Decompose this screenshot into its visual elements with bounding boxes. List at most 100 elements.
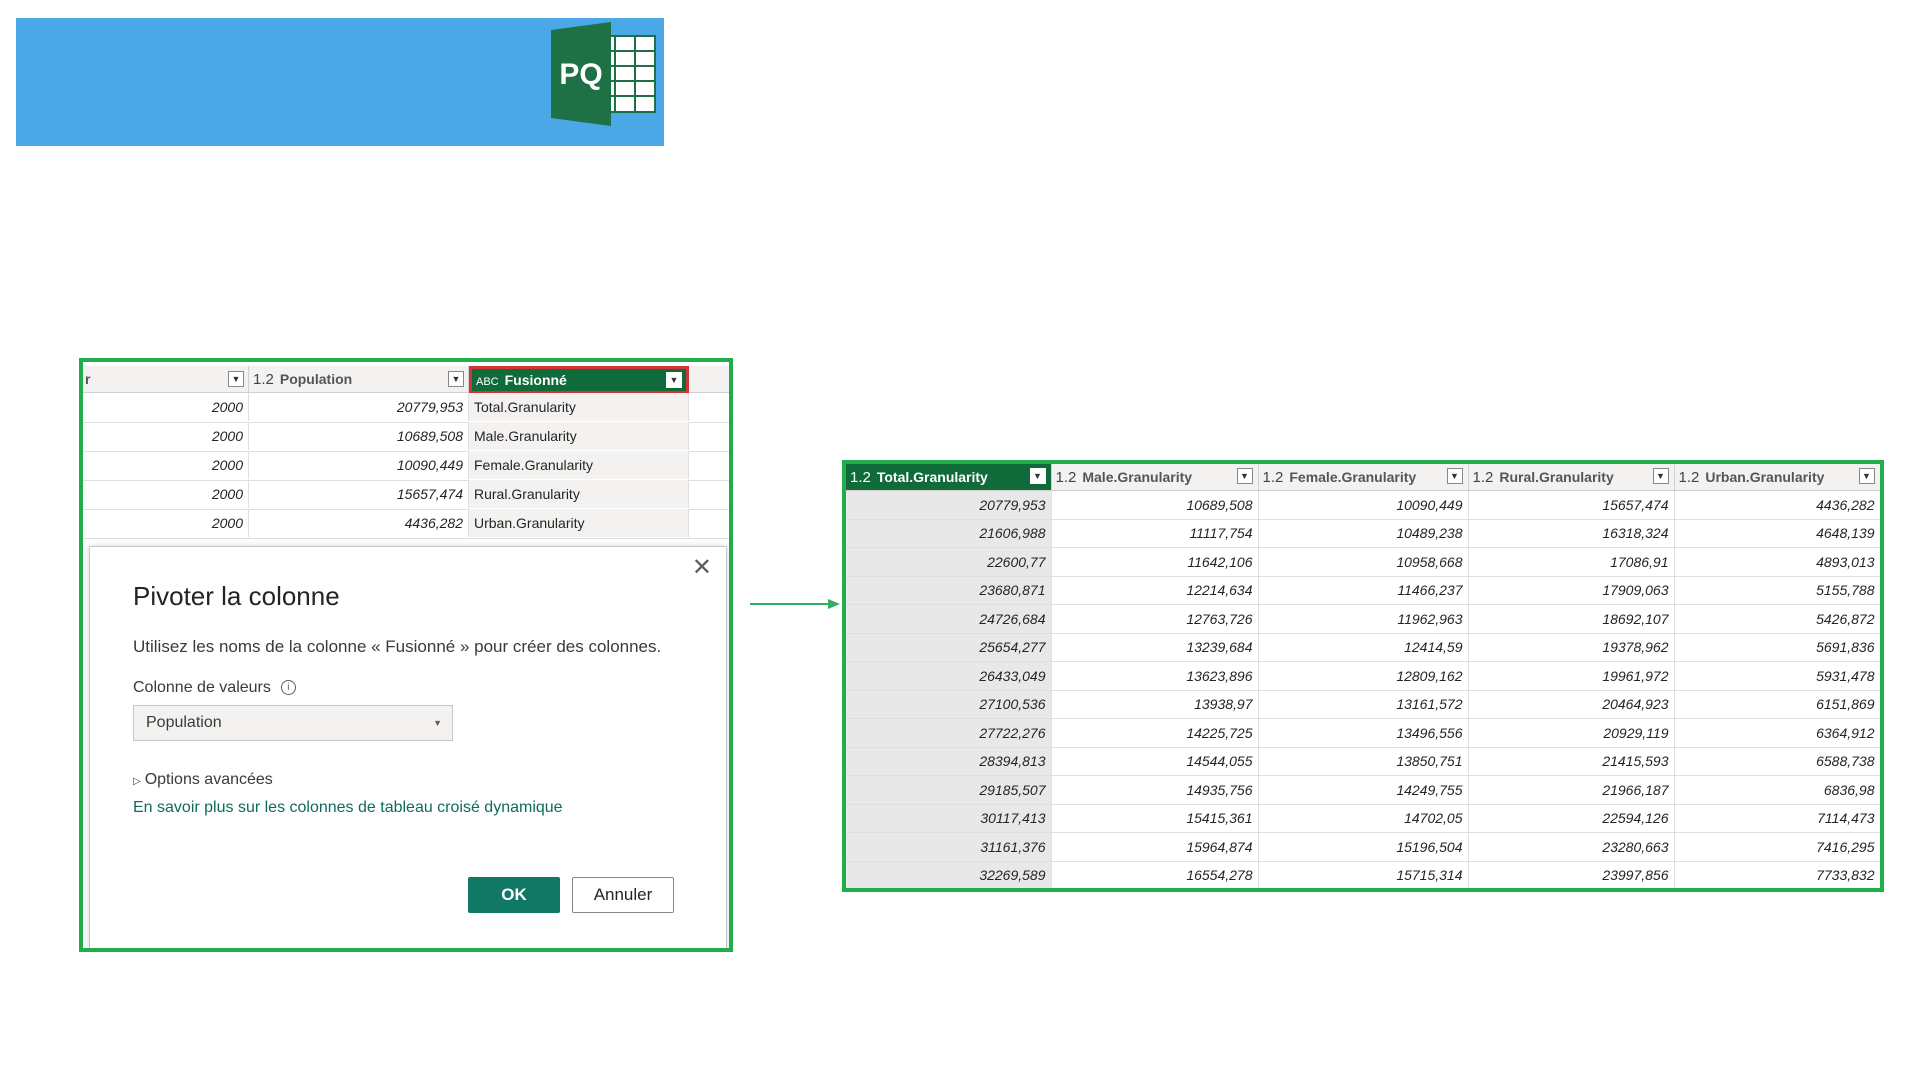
cell-male: 14544,055 [1051,747,1259,776]
cell-male: 13239,684 [1051,633,1259,662]
decimal-type-icon[interactable]: 1.2 [1679,469,1700,486]
filter-dropdown-icon[interactable]: ▼ [1652,468,1669,484]
filter-dropdown-icon[interactable]: ▼ [1236,468,1253,484]
cell-rural: 17086,91 [1468,547,1675,577]
cell-urban: 5691,836 [1674,633,1880,662]
cell-urban: 7733,832 [1674,861,1880,888]
cell-male: 16554,278 [1051,861,1259,888]
text-type-icon[interactable]: ABC [476,376,499,388]
table-row: 32269,589 16554,278 15715,314 23997,856 7733… [846,861,1880,888]
cell-urban: 5931,478 [1674,661,1880,691]
table-row: 25654,277 13239,684 12414,59 19378,962 5691,… [846,633,1880,662]
learn-more-link[interactable]: En savoir plus sur les colonnes de table… [133,799,563,817]
cell-total: 28394,813 [846,747,1052,776]
info-icon[interactable]: i [280,680,296,696]
column-header-total-granularity[interactable]: 1.2 Total.Granularity ▼ [846,464,1052,491]
column-header-population[interactable]: 1.2 Population ▼ [249,366,469,392]
dialog-description: Utilisez les noms de la colonne « Fusion… [133,637,662,656]
column-header-label: Female.Granularity [1289,468,1417,485]
cell-urban: 5426,872 [1674,604,1880,634]
cell-female: 13496,556 [1258,718,1469,748]
cell-female: 15196,504 [1258,832,1469,862]
cell-female: 12809,162 [1258,661,1469,691]
column-header-label: Male.Granularity [1082,468,1193,485]
column-header-male-granularity[interactable]: 1.2 Male.Granularity ▼ [1051,464,1259,491]
column-header-year[interactable]: r ▼ [83,366,249,392]
table-row: 21606,988 11117,754 10489,238 16318,324 4648… [846,519,1880,548]
cell-year: 2000 [83,509,249,537]
advanced-options-toggle[interactable]: ▷ Options avancées [133,771,273,789]
cell-female: 14702,05 [1258,804,1469,833]
cell-male: 14225,725 [1051,718,1259,748]
cell-rural: 19378,962 [1468,633,1675,662]
table-row: 26433,049 13623,896 12809,162 19961,972 5931… [846,661,1880,691]
values-column-select[interactable]: Population ▼ [133,705,453,741]
cell-female: 12414,59 [1258,633,1469,662]
cell-female: 14249,755 [1258,775,1469,805]
decimal-type-icon[interactable]: 1.2 [1263,469,1284,486]
pivoted-table-header: 1.2 Total.Granularity ▼ 1.2 Male.Granulari… [846,464,1880,491]
column-header-rural-granularity[interactable]: 1.2 Rural.Granularity ▼ [1468,464,1675,491]
cell-male: 11117,754 [1051,519,1259,548]
cell-population: 15657,474 [249,480,469,508]
filter-dropdown-icon[interactable]: ▼ [448,371,464,387]
cell-rural: 17909,063 [1468,576,1675,605]
cell-urban: 4648,139 [1674,519,1880,548]
cell-urban: 4436,282 [1674,490,1880,520]
close-icon[interactable]: ✕ [692,553,712,582]
column-header-female-granularity[interactable]: 1.2 Female.Granularity ▼ [1258,464,1469,491]
cell-population: 20779,953 [249,393,469,421]
filter-dropdown-icon[interactable]: ▼ [1029,468,1046,484]
filter-dropdown-icon[interactable]: ▼ [1858,468,1875,484]
cell-rural: 22594,126 [1468,804,1675,833]
table-row: 20779,953 10689,508 10090,449 15657,474 4436… [846,490,1880,520]
dialog-title: Pivoter la colonne [133,581,340,611]
cell-rural: 21415,593 [1468,747,1675,776]
values-column-label: Colonne de valeurs i [133,679,296,697]
cell-female: 13161,572 [1258,690,1469,719]
table-row: 30117,413 15415,361 14702,05 22594,126 7114,… [846,804,1880,833]
cell-total: 29185,507 [846,775,1052,805]
table-row: 28394,813 14544,055 13850,751 21415,593 6588… [846,747,1880,776]
filter-dropdown-icon[interactable]: ▼ [1446,468,1463,484]
cell-male: 13938,97 [1051,690,1259,719]
cell-total: 31161,376 [846,832,1052,862]
cell-urban: 6588,738 [1674,747,1880,776]
column-header-fusionne[interactable]: ABC Fusionné ▼ [469,366,689,394]
cell-female: 11466,237 [1258,576,1469,605]
cell-rural: 23280,663 [1468,832,1675,862]
expand-triangle-icon: ▷ [133,776,141,787]
filter-dropdown-icon[interactable]: ▼ [666,372,682,388]
table-row: 29185,507 14935,756 14249,755 21966,187 6836… [846,775,1880,805]
cell-merged: Male.Granularity [469,422,689,450]
decimal-type-icon[interactable]: 1.2 [1473,469,1494,486]
cell-female: 10958,668 [1258,547,1469,577]
decimal-type-icon[interactable]: 1.2 [850,469,871,486]
cell-rural: 18692,107 [1468,604,1675,634]
source-table-header: r ▼ 1.2 Population ▼ ABC Fusionné ▼ [83,366,729,394]
table-row: 23680,871 12214,634 11466,237 17909,063 5155… [846,576,1880,605]
pivoted-table-body: 20779,953 10689,508 10090,449 15657,474 4436… [846,490,1880,888]
pivot-dialog-panel: r ▼ 1.2 Population ▼ ABC Fusionné ▼ 2000 2… [79,358,733,952]
column-header-population-label: Population [279,371,353,387]
cell-female: 13850,751 [1258,747,1469,776]
cell-rural: 19961,972 [1468,661,1675,691]
cell-urban: 5155,788 [1674,576,1880,605]
cell-merged: Total.Granularity [469,393,689,421]
cell-rural: 20464,923 [1468,690,1675,719]
cancel-button[interactable]: Annuler [572,877,674,913]
ok-button[interactable]: OK [468,877,560,913]
advanced-options-label: Options avancées [144,771,273,788]
table-row: 2000 20779,953 Total.Granularity [83,393,729,423]
cell-male: 11642,106 [1051,547,1259,577]
filter-dropdown-icon[interactable]: ▼ [228,371,244,387]
decimal-type-icon[interactable]: 1.2 [1056,469,1077,486]
cell-total: 27100,536 [846,690,1052,719]
cell-male: 15415,361 [1051,804,1259,833]
power-query-excel-logo-icon: PQ [551,22,656,126]
cell-merged: Rural.Granularity [469,480,689,508]
decimal-type-icon[interactable]: 1.2 [253,371,274,388]
column-header-urban-granularity[interactable]: 1.2 Urban.Granularity ▼ [1674,464,1880,491]
cell-rural: 21966,187 [1468,775,1675,805]
cell-merged: Urban.Granularity [469,509,689,537]
